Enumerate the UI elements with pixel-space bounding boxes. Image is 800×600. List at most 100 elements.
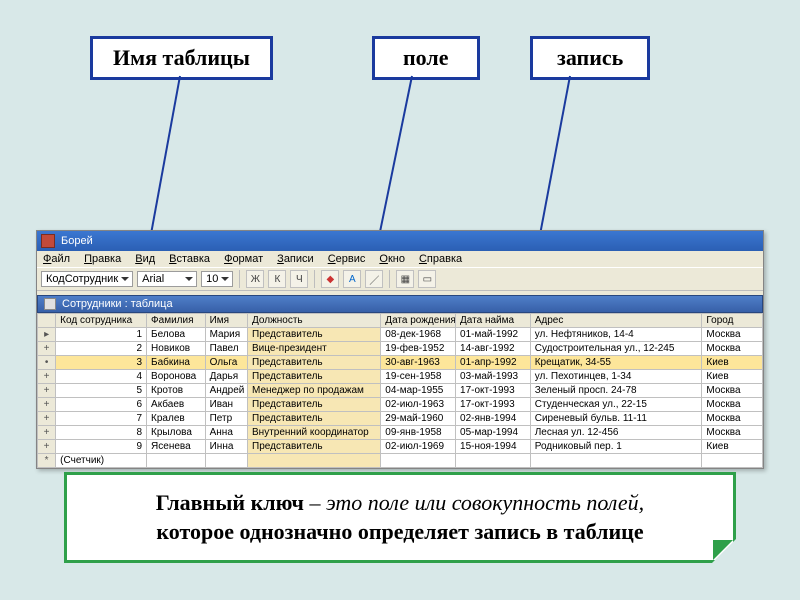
cell[interactable]: 3 <box>56 356 147 370</box>
table-row[interactable]: ▸1БеловаМарияПредставитель08-дек-196801-… <box>38 328 763 342</box>
cell[interactable]: Крылова <box>147 426 206 440</box>
table-row[interactable]: +8КрыловаАннаВнутренний координатор09-ян… <box>38 426 763 440</box>
menu-item[interactable]: Справка <box>419 253 462 265</box>
cell[interactable]: Москва <box>702 426 763 440</box>
cell[interactable]: 9 <box>56 440 147 454</box>
cell[interactable]: Киев <box>702 356 763 370</box>
cell[interactable]: Зеленый просп. 24-78 <box>530 384 702 398</box>
menu-item[interactable]: Вид <box>135 253 155 265</box>
cell[interactable]: Менеджер по продажам <box>248 384 381 398</box>
cell[interactable]: ул. Пехотинцев, 1-34 <box>530 370 702 384</box>
menu-item[interactable]: Формат <box>224 253 263 265</box>
cell[interactable] <box>381 454 456 468</box>
table-row[interactable]: +6АкбаевИванПредставитель02-июл-196317-о… <box>38 398 763 412</box>
cell[interactable]: Новиков <box>147 342 206 356</box>
cell[interactable] <box>147 454 206 468</box>
cell[interactable]: 30-авг-1963 <box>381 356 456 370</box>
row-selector[interactable]: + <box>38 440 56 454</box>
menu-item[interactable]: Окно <box>379 253 405 265</box>
column-header[interactable]: Должность <box>248 314 381 328</box>
menu-item[interactable]: Файл <box>43 253 70 265</box>
cell[interactable]: 17-окт-1993 <box>456 398 531 412</box>
cell[interactable]: Ольга <box>205 356 247 370</box>
new-record-row[interactable]: *(Счетчик) <box>38 454 763 468</box>
fill-color-button[interactable]: ◆ <box>321 270 339 288</box>
cell[interactable]: Москва <box>702 384 763 398</box>
cell[interactable]: 19-сен-1958 <box>381 370 456 384</box>
cell[interactable] <box>456 454 531 468</box>
cell[interactable]: (Счетчик) <box>56 454 147 468</box>
cell[interactable]: 08-дек-1968 <box>381 328 456 342</box>
cell[interactable] <box>205 454 247 468</box>
cell[interactable]: 01-май-1992 <box>456 328 531 342</box>
menu-item[interactable]: Правка <box>84 253 121 265</box>
cell[interactable]: 6 <box>56 398 147 412</box>
cell[interactable]: Киев <box>702 370 763 384</box>
cell[interactable]: 29-май-1960 <box>381 412 456 426</box>
cell[interactable]: Белова <box>147 328 206 342</box>
italic-button[interactable]: К <box>268 270 286 288</box>
cell[interactable]: Андрей <box>205 384 247 398</box>
cell[interactable]: 1 <box>56 328 147 342</box>
select-all-cell[interactable] <box>38 314 56 328</box>
datasheet-titlebar[interactable]: Сотрудники : таблица <box>37 295 763 313</box>
cell[interactable]: Мария <box>205 328 247 342</box>
cell[interactable]: Акбаев <box>147 398 206 412</box>
cell[interactable]: Судостроительная ул., 12-245 <box>530 342 702 356</box>
table-row[interactable]: +7КралевПетрПредставитель29-май-196002-я… <box>38 412 763 426</box>
cell[interactable]: Петр <box>205 412 247 426</box>
column-header[interactable]: Адрес <box>530 314 702 328</box>
cell[interactable]: Представитель <box>248 440 381 454</box>
cell[interactable]: Ясенева <box>147 440 206 454</box>
row-selector[interactable]: + <box>38 342 56 356</box>
row-selector[interactable]: * <box>38 454 56 468</box>
cell[interactable]: Москва <box>702 412 763 426</box>
table-row[interactable]: +9ЯсеневаИннаПредставитель02-июл-196915-… <box>38 440 763 454</box>
cell[interactable]: Кралев <box>147 412 206 426</box>
row-selector[interactable]: + <box>38 426 56 440</box>
column-header[interactable]: Дата найма <box>456 314 531 328</box>
special-button[interactable]: ▭ <box>418 270 436 288</box>
cell[interactable]: Вице-президент <box>248 342 381 356</box>
row-selector[interactable]: + <box>38 384 56 398</box>
cell[interactable]: Инна <box>205 440 247 454</box>
cell[interactable]: Воронова <box>147 370 206 384</box>
cell[interactable] <box>530 454 702 468</box>
size-combo[interactable]: 10 <box>201 271 233 287</box>
cell[interactable]: 01-апр-1992 <box>456 356 531 370</box>
menubar[interactable]: ФайлПравкаВидВставкаФорматЗаписиСервисОк… <box>37 251 763 267</box>
column-header[interactable]: Имя <box>205 314 247 328</box>
cell[interactable]: Студенческая ул., 22-15 <box>530 398 702 412</box>
grid-button[interactable]: ▦ <box>396 270 414 288</box>
row-selector[interactable]: • <box>38 356 56 370</box>
table-row[interactable]: +4ВороноваДарьяПредставитель19-сен-19580… <box>38 370 763 384</box>
column-header[interactable]: Код сотрудника <box>56 314 147 328</box>
cell[interactable]: Родниковый пер. 1 <box>530 440 702 454</box>
cell[interactable]: Иван <box>205 398 247 412</box>
cell[interactable]: 15-ноя-1994 <box>456 440 531 454</box>
column-header[interactable]: Дата рождения <box>381 314 456 328</box>
cell[interactable]: 09-янв-1958 <box>381 426 456 440</box>
cell[interactable]: Кротов <box>147 384 206 398</box>
column-header[interactable]: Город <box>702 314 763 328</box>
cell[interactable]: Москва <box>702 342 763 356</box>
line-color-button[interactable]: ／ <box>365 270 383 288</box>
column-header[interactable]: Фамилия <box>147 314 206 328</box>
cell[interactable]: Лесная ул. 12-456 <box>530 426 702 440</box>
cell[interactable]: 05-мар-1994 <box>456 426 531 440</box>
cell[interactable]: 4 <box>56 370 147 384</box>
row-selector[interactable]: ▸ <box>38 328 56 342</box>
cell[interactable]: Представитель <box>248 412 381 426</box>
cell[interactable]: 7 <box>56 412 147 426</box>
table-row[interactable]: +2НовиковПавелВице-президент19-фев-19521… <box>38 342 763 356</box>
table-row[interactable]: +5КротовАндрейМенеджер по продажам04-мар… <box>38 384 763 398</box>
field-name-combo[interactable]: КодСотрудник <box>41 271 133 287</box>
bold-button[interactable]: Ж <box>246 270 264 288</box>
cell[interactable]: 03-май-1993 <box>456 370 531 384</box>
cell[interactable]: Бабкина <box>147 356 206 370</box>
menu-item[interactable]: Сервис <box>328 253 366 265</box>
menu-item[interactable]: Вставка <box>169 253 210 265</box>
cell[interactable]: Представитель <box>248 328 381 342</box>
cell[interactable]: Внутренний координатор <box>248 426 381 440</box>
cell[interactable]: Анна <box>205 426 247 440</box>
